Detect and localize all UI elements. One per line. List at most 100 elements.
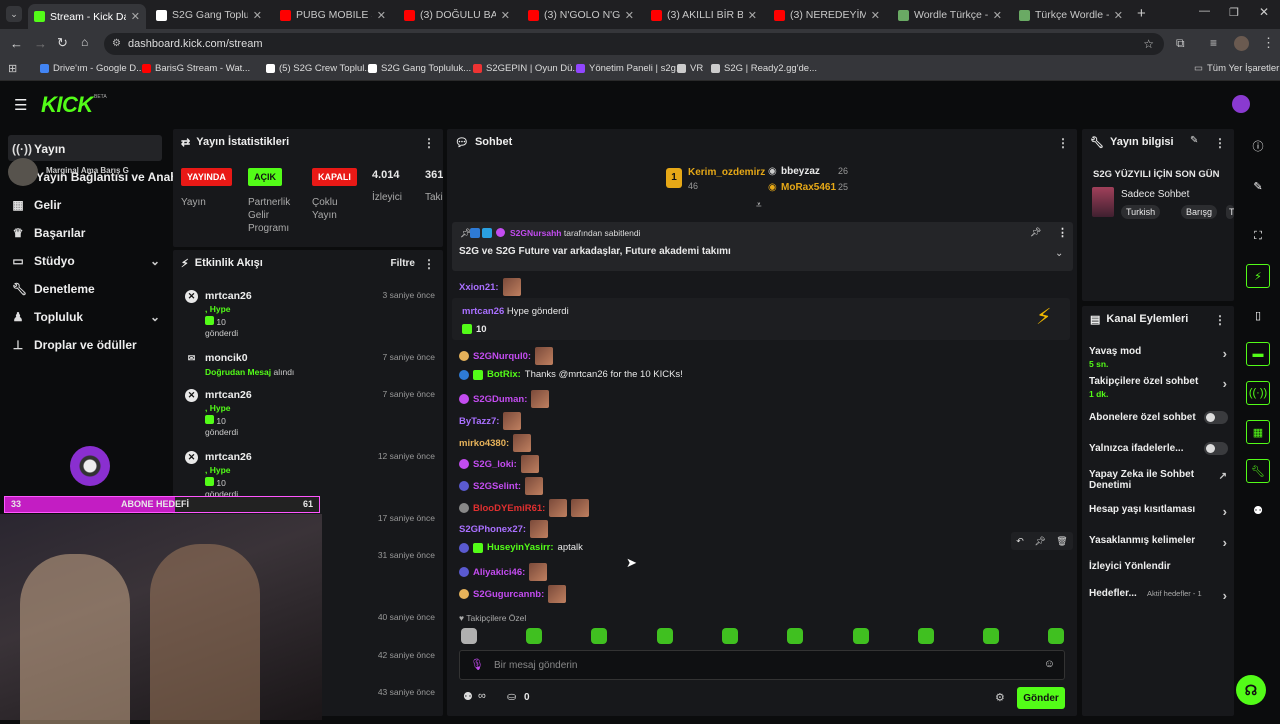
unpin-icon[interactable]: 📌︎ — [1030, 227, 1041, 238]
toggle-switch[interactable] — [1204, 411, 1228, 424]
emote-icon[interactable] — [853, 628, 869, 644]
collapse-leaderboard-icon[interactable]: ⩡ — [756, 200, 762, 211]
hype-user[interactable]: mrtcan26 — [462, 306, 504, 317]
browser-tab[interactable]: (3) NEREDEYİM BEN ✕ — [768, 4, 886, 26]
info-icon[interactable]: ⓘ — [1246, 134, 1270, 158]
url-field[interactable]: ⚙ dashboard.kick.com/stream ☆ — [104, 33, 1164, 55]
chat-username[interactable]: S2GSelint: — [473, 481, 521, 492]
event-user[interactable]: mrtcan26 — [205, 389, 252, 401]
browser-tab[interactable]: Wordle Türkçe - Gün ✕ — [892, 4, 1008, 26]
browser-tab[interactable]: (3) DOĞULU BARIŞ G ✕ — [398, 4, 516, 26]
stream-tag[interactable]: T — [1226, 205, 1234, 219]
close-tab-icon[interactable]: ✕ — [871, 9, 880, 22]
channel-action-item[interactable]: Yavaş mod 5 sn. › — [1089, 346, 1227, 369]
all-bookmarks[interactable]: ▭ Tüm Yer İşaretleri — [1194, 63, 1280, 74]
emote-icon[interactable] — [591, 628, 607, 644]
chat-username[interactable]: S2GDuman: — [473, 394, 527, 405]
reading-list-icon[interactable]: ≡ — [1210, 36, 1217, 50]
chat-settings-icon[interactable]: ⚙ — [995, 691, 1005, 704]
send-button[interactable]: Gönder — [1017, 687, 1065, 709]
pin-message-icon[interactable]: 📌︎ — [1034, 536, 1045, 547]
new-tab-icon[interactable]: + — [1137, 5, 1146, 22]
chat-bubble-icon[interactable]: ▬ — [1246, 342, 1270, 366]
forward-icon[interactable]: → — [34, 36, 47, 51]
edit-icon[interactable]: ✎ — [1190, 135, 1198, 146]
back-icon[interactable]: ← — [10, 36, 23, 51]
wrench-icon[interactable]: 🔧︎ — [1246, 459, 1270, 483]
chat-username[interactable]: BotRix: — [487, 369, 521, 380]
layout-icon[interactable]: ▦ — [1246, 420, 1270, 444]
fullscreen-icon[interactable]: ⛶ — [1246, 224, 1270, 248]
points-icon[interactable]: ⛀ — [507, 690, 516, 703]
channel-action-item[interactable]: Yasaklanmış kelimeler › — [1089, 535, 1227, 550]
restore-icon[interactable]: ❐ — [1229, 6, 1239, 19]
chat-username[interactable]: BlooDYEmiR61: — [473, 503, 545, 514]
profile-avatar[interactable] — [1234, 36, 1249, 51]
browser-tab[interactable]: Türkçe Wordle - Türk ✕ — [1013, 4, 1129, 26]
channel-action-item[interactable]: Yapay Zeka ile Sohbet Denetimi ↗ — [1089, 469, 1227, 491]
chat-username[interactable]: S2Gugurcannb: — [473, 589, 544, 600]
users-icon[interactable]: ⚉ — [463, 690, 473, 703]
chat-username[interactable]: S2GPhonex27: — [459, 524, 526, 535]
extensions-icon[interactable]: ⧉ — [1176, 36, 1185, 51]
emote-icon[interactable] — [787, 628, 803, 644]
sidebar-item-denetleme[interactable]: 🔧︎ Denetleme — [12, 282, 95, 296]
leader-name[interactable]: bbeyzaz — [781, 166, 820, 177]
close-tab-icon[interactable]: ✕ — [993, 9, 1002, 22]
minimize-icon[interactable]: — — [1199, 5, 1210, 17]
more-options-icon[interactable]: ⋮ — [1057, 136, 1069, 150]
lightning-icon[interactable]: ⚡︎ — [1246, 264, 1270, 288]
close-tab-icon[interactable]: ✕ — [748, 9, 757, 22]
hamburger-menu-icon[interactable]: ☰ — [14, 96, 27, 114]
bookmark-item[interactable]: S2G Gang Topluluk... — [368, 63, 471, 74]
document-icon[interactable]: ▯ — [1246, 303, 1270, 327]
bookmark-item[interactable]: Drive'ım - Google D... — [40, 63, 144, 74]
chat-username[interactable]: Aliyakici46: — [473, 567, 525, 578]
emote-icon[interactable] — [526, 628, 542, 644]
broadcast-icon[interactable]: ((·)) — [1246, 381, 1270, 405]
bookmark-item[interactable]: Yönetim Paneli | s2g... — [576, 63, 684, 74]
pinned-more-icon[interactable]: ⋮ — [1057, 226, 1068, 239]
users-icon[interactable]: ⚉ — [1246, 498, 1270, 522]
sidebar-item-topluluk[interactable]: ♟ Topluluk ⌄ — [12, 310, 160, 324]
bookmark-item[interactable]: S2G | Ready2.gg'de... — [711, 63, 817, 74]
emote-icon[interactable] — [657, 628, 673, 644]
more-options-icon[interactable]: ⋮ — [423, 257, 435, 271]
emote-icon[interactable] — [918, 628, 934, 644]
chat-username[interactable]: ByTazz7: — [459, 416, 499, 427]
reload-icon[interactable]: ↻ — [57, 35, 68, 51]
reply-icon[interactable]: ↶ — [1016, 536, 1024, 547]
chat-username[interactable]: mirko4380: — [459, 438, 509, 449]
chat-input[interactable]: 🎙︎ Bir mesaj gönderin ☺ — [459, 650, 1065, 680]
filter-button[interactable]: Filtre — [391, 258, 415, 269]
category-thumbnail[interactable] — [1092, 187, 1114, 217]
channel-action-item[interactable]: İzleyici Yönlendir — [1089, 561, 1227, 572]
close-window-icon[interactable]: ✕ — [1259, 5, 1269, 19]
edit-icon[interactable]: ✎ — [1246, 174, 1270, 198]
emote-icon[interactable] — [1048, 628, 1064, 644]
bookmark-item[interactable]: (5) S2G Crew Toplul... — [266, 63, 372, 74]
sidebar-item-basarilar[interactable]: ♛ Başarılar — [12, 226, 86, 240]
bookmark-item[interactable]: S2GEPIN | Oyun Dü... — [473, 63, 580, 74]
stream-tag[interactable]: Barışg — [1181, 205, 1218, 219]
leader-name[interactable]: MoRax5461 — [781, 182, 836, 193]
browser-tab[interactable]: PUBG MOBILE SE ✕ — [274, 4, 392, 26]
sidebar-item-yayin[interactable]: ((·)) Yayın — [12, 142, 65, 156]
kick-logo[interactable]: KICK — [41, 92, 93, 118]
apps-grid-icon[interactable]: ⊞ — [8, 62, 17, 75]
emote-icon[interactable] — [461, 628, 477, 644]
toggle-switch[interactable] — [1204, 442, 1228, 455]
browser-tab[interactable]: (3) N'GOLO N'GOLO ✕ — [522, 4, 640, 26]
chat-username[interactable]: Xxion21: — [459, 282, 499, 293]
browser-tab[interactable]: Stream - Kick Dashb ✕ — [28, 4, 146, 29]
channel-action-item[interactable]: Takipçilere özel sohbet 1 dk. › — [1089, 376, 1227, 399]
more-options-icon[interactable]: ⋮ — [423, 136, 435, 150]
sidebar-item-droplar[interactable]: ⊥ Droplar ve ödüller — [12, 338, 137, 352]
user-avatar[interactable] — [1232, 95, 1250, 113]
event-user[interactable]: mrtcan26 — [205, 290, 252, 302]
sidebar-item-studyo[interactable]: ▭ Stüdyo ⌄ — [12, 254, 160, 268]
channel-action-item[interactable]: Hesap yaşı kısıtlaması › — [1089, 504, 1227, 519]
emote-icon[interactable] — [722, 628, 738, 644]
bookmark-item[interactable]: VR — [677, 63, 703, 74]
leader-name[interactable]: Kerim_ozdemirz — [688, 167, 765, 178]
